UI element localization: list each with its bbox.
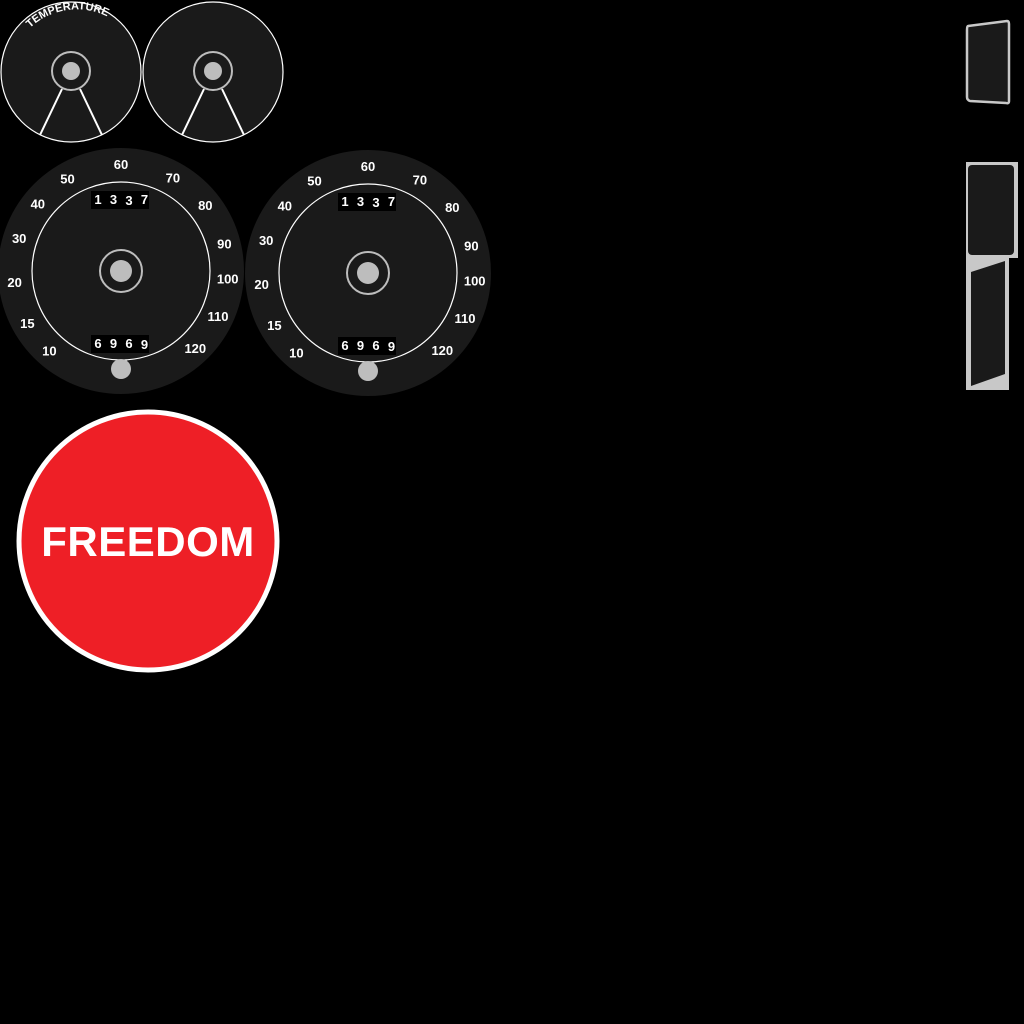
speed-scale-label: 20 [254,277,268,292]
speed-scale-label: 30 [259,233,273,248]
freedom-badge-label: FREEDOM [41,518,255,565]
odometer-digit: 6 [372,338,379,353]
speed-scale-label: 70 [166,170,180,185]
speed-scale-label: 10 [42,344,56,359]
odometer-digit: 9 [141,337,148,352]
odometer-digit: 6 [94,336,101,351]
speedometer-reset-knob [111,359,131,379]
trip-odometer-digit: 3 [110,192,117,207]
trip-odometer-digit: 1 [94,192,101,207]
odometer-digit: 9 [388,339,395,354]
speed-scale-label: 80 [445,200,459,215]
speed-scale-label: 100 [464,274,486,289]
odometer-digit: 6 [125,336,132,351]
side-panel-bottom [966,258,1009,390]
side-panel-middle-face [968,165,1014,255]
speedometer-hub [357,262,379,284]
speed-scale-label: 50 [60,171,74,186]
speed-scale-label: 120 [431,343,453,358]
trip-odometer-digit: 7 [388,194,395,209]
side-panel-middle [966,162,1018,258]
speed-scale-label: 100 [217,272,239,287]
speed-scale-label: 50 [307,173,321,188]
speed-scale-label: 15 [267,318,281,333]
speed-scale-label: 40 [278,199,292,214]
speed-scale-label: 60 [114,157,128,172]
speed-scale-label: 15 [20,316,34,331]
speed-scale-label: 20 [7,275,21,290]
speed-scale-label: 110 [455,311,476,326]
speed-scale-label: 120 [184,341,206,356]
speed-scale-label: 10 [289,346,303,361]
speed-scale-label: 90 [217,236,231,251]
side-panel-bottom-face [971,261,1005,386]
speed-scale-label: 80 [198,198,212,213]
trip-odometer-digit: 1 [341,194,348,209]
side-panel-top [965,19,1011,105]
speedometer-hub [110,260,132,282]
freedom-badge: FREEDOM [16,409,280,673]
speed-scale-label: 40 [31,197,45,212]
odometer-digit: 6 [341,338,348,353]
texture-sheet: TEMPERATURE 10 15 20 30 40 50 60 70 80 90 100 110 12… [0,0,1024,1024]
speedometer-reset-knob [358,361,378,381]
speedometer-right: 101520304050607080901001101201 3 3 76 9 6 9 [245,150,491,396]
temperature-hub [62,62,80,80]
speed-scale-label: 110 [208,309,229,324]
speedometer-left: 101520304050607080901001101201 3 3 76 9 6 9 [0,148,244,394]
speed-scale-label: 90 [464,238,478,253]
trip-odometer-digit: 3 [357,194,364,209]
temperature-gauge: TEMPERATURE [0,0,142,143]
trip-odometer-digit: 3 [372,195,379,210]
odometer-digit: 9 [110,336,117,351]
texture-canvas: TEMPERATURE 1015203040506070809010011012… [0,0,1018,673]
blank-gauge-hub [204,62,222,80]
speed-scale-label: 60 [361,159,375,174]
trip-odometer-digit: 3 [125,193,132,208]
trip-odometer-digit: 7 [141,192,148,207]
speed-scale-label: 70 [413,172,427,187]
blank-gauge [142,1,284,143]
odometer-digit: 9 [357,338,364,353]
speed-scale-label: 30 [12,231,26,246]
